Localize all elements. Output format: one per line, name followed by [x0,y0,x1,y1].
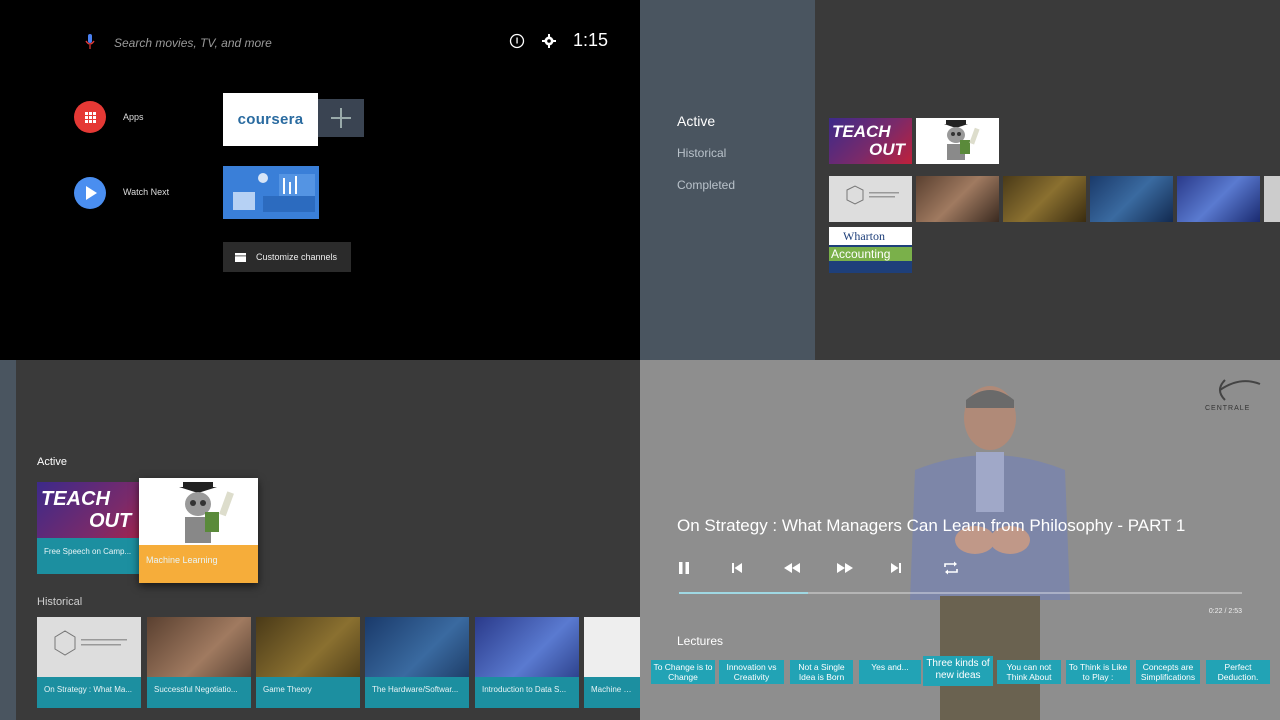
rewind-icon [784,563,800,573]
nav-historical[interactable]: Historical [677,146,726,160]
wharton-text: Wharton [843,229,885,243]
add-app-button[interactable] [318,99,364,137]
lecture-chip[interactable]: Innovation vs Creativity [719,660,784,684]
fast-forward-button[interactable] [836,558,889,578]
accounting-text: Accounting [831,247,891,261]
nav-completed[interactable]: Completed [677,178,735,192]
hist-card-data-science[interactable]: Introduction to Data S... [475,617,579,708]
apps-label: Apps [123,112,144,122]
watch-next-button[interactable] [74,177,106,209]
repeat-button[interactable] [942,558,995,578]
coursera-browse-overview: Active Historical Completed TEACH OUT Wh… [640,0,1280,360]
robot-graduate-image [179,482,234,543]
clock: 1:15 [572,30,608,50]
watch-next-label: Watch Next [123,187,170,197]
lecture-chip[interactable]: To Change is to Change [651,660,715,684]
lecture-chip[interactable]: Yes and... [859,660,921,684]
historical-heading: Historical [37,596,83,608]
coursera-logo: coursera [237,111,304,128]
centrale-logo: CENTRALE [1205,405,1251,412]
hist-card-machine-learning[interactable]: Machine Lea... [584,617,640,708]
tv-home-screen: Search movies, TV, and more 1:15 Apps co… [0,0,640,360]
next-button[interactable] [889,558,942,578]
active-card-machine-learning[interactable]: Machine Learning [139,478,258,583]
out-text: OUT [89,510,132,532]
skip-next-icon [891,563,901,573]
hist-thumb-data-science[interactable] [1177,176,1260,222]
hist-card-strategy[interactable]: On Strategy : What Ma... [37,617,141,708]
watch-next-tile[interactable] [223,166,319,219]
progress-bar[interactable] [679,592,1242,594]
lecture-chip[interactable]: To Think is Like to Play : [1066,660,1130,684]
wharton-thumbnail[interactable]: Wharton Accounting [829,227,912,273]
search-input[interactable]: Search movies, TV, and more [114,36,272,50]
machine-learning-thumbnail[interactable] [916,118,999,164]
fast-forward-icon [837,563,853,573]
sidebar: Active Historical Completed [640,0,815,360]
gear-icon[interactable] [541,33,557,49]
card-title: Machine Learning [139,545,258,583]
lecture-chip[interactable]: Perfect Deduction. [1206,660,1270,684]
time-readout: 0:22 / 2:53 [1208,608,1242,615]
hist-thumb-negotiation[interactable] [916,176,999,222]
illustration-thumbnail [223,166,319,219]
customize-channels-button[interactable]: Customize channels [223,242,351,272]
grid-icon [85,112,96,123]
card-title: The Hardware/Softwar... [365,677,469,708]
list-icon [235,252,246,262]
hist-thumb-strategy[interactable] [829,176,912,222]
repeat-icon [944,561,958,575]
sidebar-edge [0,360,16,720]
hexagon-logo-image [54,630,127,656]
card-title: On Strategy : What Ma... [37,677,141,708]
apps-button[interactable] [74,101,106,133]
info-icon[interactable] [509,33,525,49]
hist-thumb-partial[interactable] [1264,176,1280,222]
video-title: On Strategy : What Managers Can Learn fr… [677,516,1186,535]
lecture-chip[interactable]: Concepts are Simplifications [1136,660,1200,684]
coursera-app-tile[interactable]: coursera [223,93,318,146]
teach-out-thumbnail[interactable]: TEACH OUT [829,118,912,164]
pause-icon [679,562,689,574]
card-title: Machine Lea... [584,677,640,708]
playback-controls [677,558,995,578]
teach-text: TEACH [832,122,891,141]
previous-button[interactable] [730,558,783,578]
out-text: OUT [869,140,905,159]
lecture-chip[interactable]: Not a Single Idea is Born [790,660,853,684]
nav-active[interactable]: Active [677,113,715,129]
hist-card-hardware[interactable]: The Hardware/Softwar... [365,617,469,708]
lectures-heading: Lectures [677,634,724,648]
coursera-browse-detail: Active TEACH OUT Free Speech on Camp... … [0,360,640,720]
teach-text: TEACH [41,488,110,510]
card-title: Free Speech on Camp... [37,538,140,574]
hist-card-negotiation[interactable]: Successful Negotiatio... [147,617,251,708]
card-title: Introduction to Data S... [475,677,579,708]
active-heading: Active [37,456,67,468]
hist-thumb-game-theory[interactable] [1003,176,1086,222]
pause-button[interactable] [677,558,730,578]
hexagon-logo-image [846,185,899,205]
play-icon [86,186,97,200]
rewind-button[interactable] [783,558,836,578]
hist-thumb-hardware[interactable] [1090,176,1173,222]
lecture-chip[interactable]: Three kinds of new ideas [923,656,993,686]
video-player: CENTRALE On Strategy : What Managers Can… [640,360,1280,720]
progress-fill [679,592,809,594]
status-bar: 1:15 [509,30,608,51]
card-title: Successful Negotiatio... [147,677,251,708]
skip-previous-icon [732,563,742,573]
lecture-chip[interactable]: You can not Think About [997,660,1061,684]
active-card-teach-out[interactable]: TEACH OUT Free Speech on Camp... [37,482,140,574]
card-title: Game Theory [256,677,360,708]
robot-graduate-image [944,120,980,160]
customize-label: Customize channels [256,252,338,262]
mic-icon[interactable] [84,33,96,51]
plus-icon [331,108,351,128]
hist-card-game-theory[interactable]: Game Theory [256,617,360,708]
